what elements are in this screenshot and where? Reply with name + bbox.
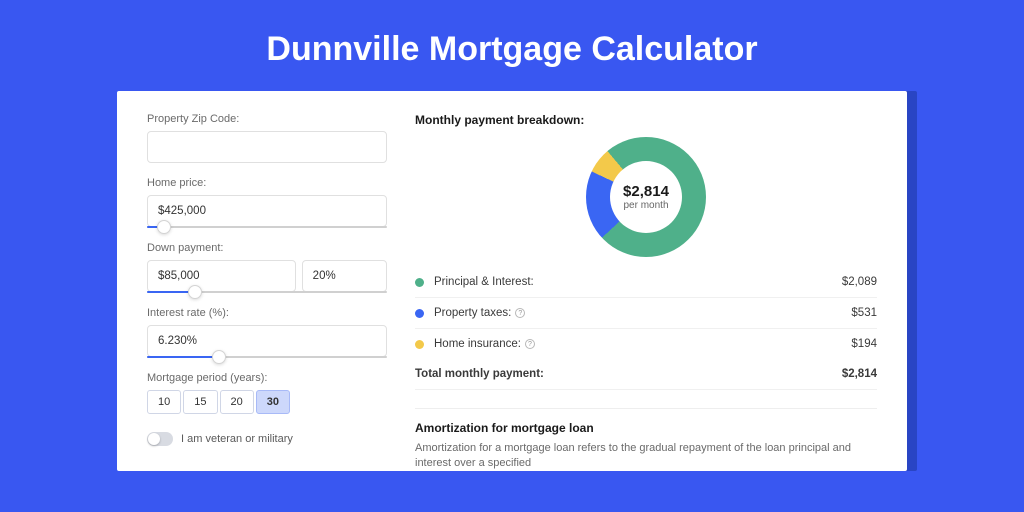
total-amount: $2,814	[842, 368, 877, 380]
donut-chart: $2,814 per month	[586, 137, 706, 257]
mortgage-period-label: Mortgage period (years):	[147, 372, 387, 384]
legend-row: Principal & Interest:$2,089	[415, 267, 877, 298]
donut-per-month: per month	[623, 200, 668, 211]
calculator-card: Property Zip Code: Home price: Down paym…	[117, 91, 907, 471]
down-payment-amount-input[interactable]	[147, 260, 296, 292]
down-payment-field: Down payment:	[147, 242, 387, 293]
legend-dot	[415, 278, 424, 287]
legend-label: Home insurance:?	[434, 338, 851, 350]
donut-chart-wrap: $2,814 per month	[415, 133, 877, 267]
page-title: Dunnville Mortgage Calculator	[0, 0, 1024, 91]
slider-thumb[interactable]	[157, 220, 171, 234]
legend-amount: $531	[851, 307, 877, 319]
home-price-slider[interactable]	[147, 226, 387, 228]
interest-rate-field: Interest rate (%):	[147, 307, 387, 358]
donut-center: $2,814 per month	[610, 161, 682, 233]
amortization-section: Amortization for mortgage loan Amortizat…	[415, 408, 877, 471]
home-price-label: Home price:	[147, 177, 387, 189]
mortgage-period-segmented: 10152030	[147, 390, 387, 414]
interest-rate-label: Interest rate (%):	[147, 307, 387, 319]
period-option-15[interactable]: 15	[183, 390, 217, 414]
form-panel: Property Zip Code: Home price: Down paym…	[147, 113, 387, 449]
slider-thumb[interactable]	[212, 350, 226, 364]
legend-row: Home insurance:?$194	[415, 329, 877, 359]
home-price-input[interactable]	[147, 195, 387, 227]
down-payment-percent-input[interactable]	[302, 260, 387, 292]
down-payment-label: Down payment:	[147, 242, 387, 254]
info-icon[interactable]: ?	[525, 339, 535, 349]
interest-rate-input[interactable]	[147, 325, 387, 357]
period-option-20[interactable]: 20	[220, 390, 254, 414]
period-option-30[interactable]: 30	[256, 390, 290, 414]
zip-field: Property Zip Code:	[147, 113, 387, 163]
down-payment-slider[interactable]	[147, 291, 387, 293]
breakdown-panel: Monthly payment breakdown: $2,814 per mo…	[415, 113, 877, 449]
legend-amount: $2,089	[842, 276, 877, 288]
amortization-heading: Amortization for mortgage loan	[415, 421, 877, 435]
period-option-10[interactable]: 10	[147, 390, 181, 414]
donut-total-value: $2,814	[623, 183, 669, 200]
toggle-knob	[148, 433, 160, 445]
breakdown-heading: Monthly payment breakdown:	[415, 113, 877, 127]
home-price-field: Home price:	[147, 177, 387, 228]
veteran-toggle[interactable]	[147, 432, 173, 446]
legend-label: Principal & Interest:	[434, 276, 842, 288]
legend-amount: $194	[851, 338, 877, 350]
info-icon[interactable]: ?	[515, 308, 525, 318]
total-row: Total monthly payment: $2,814	[415, 359, 877, 390]
interest-rate-slider[interactable]	[147, 356, 387, 358]
legend-label: Property taxes:?	[434, 307, 851, 319]
mortgage-period-field: Mortgage period (years): 10152030	[147, 372, 387, 414]
legend-dot	[415, 309, 424, 318]
legend-row: Property taxes:?$531	[415, 298, 877, 329]
slider-thumb[interactable]	[188, 285, 202, 299]
veteran-toggle-row: I am veteran or military	[147, 432, 387, 446]
veteran-toggle-label: I am veteran or military	[181, 433, 293, 445]
amortization-text: Amortization for a mortgage loan refers …	[415, 441, 877, 471]
legend-dot	[415, 340, 424, 349]
zip-label: Property Zip Code:	[147, 113, 387, 125]
total-label: Total monthly payment:	[415, 368, 842, 380]
zip-input[interactable]	[147, 131, 387, 163]
legend: Principal & Interest:$2,089Property taxe…	[415, 267, 877, 359]
